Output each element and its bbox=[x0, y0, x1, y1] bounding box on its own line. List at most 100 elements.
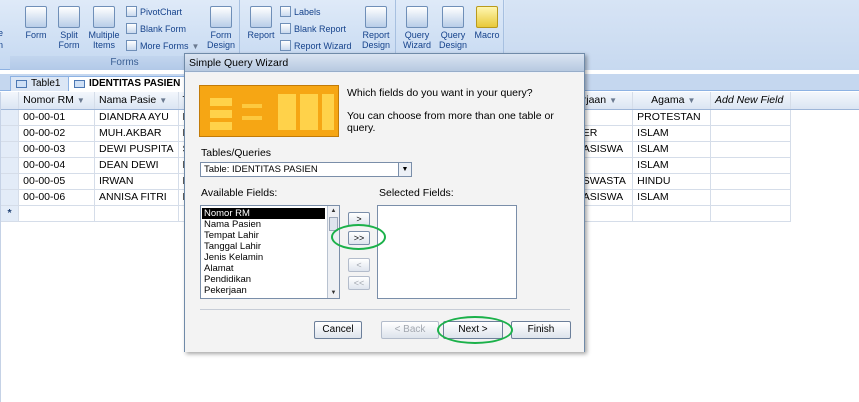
available-fields-list[interactable]: Nomor RM Nama Pasien Tempat Lahir Tangga… bbox=[200, 205, 340, 299]
cell-agama[interactable]: PROTESTAN bbox=[632, 109, 712, 126]
report-design-button[interactable]: Report Design bbox=[358, 6, 394, 50]
available-fields-label: Available Fields: bbox=[201, 187, 278, 199]
cell-nomor-rm[interactable]: 00-00-04 bbox=[18, 157, 96, 174]
new-cell[interactable] bbox=[578, 205, 634, 222]
next-button[interactable]: Next > bbox=[443, 321, 503, 339]
cell-nomor-rm[interactable]: 00-00-02 bbox=[18, 125, 96, 142]
cell-pekerjaan[interactable]: ER bbox=[578, 125, 634, 142]
chevron-down-icon[interactable]: ▼ bbox=[398, 163, 411, 176]
col-header-nama-pasien[interactable]: Nama Pasie ▼ bbox=[94, 92, 179, 110]
finish-button[interactable]: Finish bbox=[511, 321, 571, 339]
report-design-icon bbox=[365, 6, 387, 28]
blank-form-button[interactable]: Blank Form bbox=[126, 22, 186, 36]
pivotchart-button[interactable]: PivotChart bbox=[126, 5, 182, 19]
tables-queries-combo[interactable]: Table: IDENTITAS PASIEN ▼ bbox=[200, 162, 412, 177]
cell-add-new[interactable] bbox=[710, 125, 791, 142]
cell-agama[interactable]: ISLAM bbox=[632, 141, 712, 158]
col-header-nomor-rm[interactable]: Nomor RM ▼ bbox=[18, 92, 96, 110]
more-forms-button[interactable]: More Forms ▼ bbox=[126, 39, 199, 53]
multiple-items-button[interactable]: Multiple Items bbox=[86, 6, 122, 50]
list-item[interactable]: Nomor RM bbox=[202, 208, 325, 219]
row-selector[interactable] bbox=[1, 125, 20, 142]
cell-nomor-rm[interactable]: 00-00-06 bbox=[18, 189, 96, 206]
new-cell[interactable] bbox=[94, 205, 179, 222]
col-header-pekerjaan[interactable]: rjaan ▼ bbox=[578, 92, 634, 110]
add-all-fields-button[interactable]: >> bbox=[348, 231, 370, 245]
list-item[interactable]: Pendidikan bbox=[202, 274, 251, 285]
cell-nomor-rm[interactable]: 00-00-03 bbox=[18, 141, 96, 158]
cell-nama[interactable]: DIANDRA AYU bbox=[94, 109, 179, 126]
available-fields-scrollbar[interactable]: ▲ ▼ bbox=[327, 206, 339, 298]
scroll-thumb[interactable] bbox=[329, 217, 338, 231]
cell-nama[interactable]: ANNISA FITRI bbox=[94, 189, 179, 206]
labels-button[interactable]: Labels bbox=[280, 5, 321, 19]
table-icon bbox=[74, 80, 85, 88]
cell-add-new[interactable] bbox=[710, 141, 791, 158]
scroll-down-icon[interactable]: ▼ bbox=[328, 288, 339, 298]
split-form-label: Split Form bbox=[58, 30, 80, 50]
remove-all-fields-button[interactable]: << bbox=[348, 276, 370, 290]
new-cell[interactable] bbox=[18, 205, 96, 222]
report-button[interactable]: Report bbox=[244, 6, 278, 40]
list-item[interactable]: Pekerjaan bbox=[202, 285, 247, 296]
list-item[interactable]: Alamat bbox=[202, 263, 234, 274]
cell-add-new[interactable] bbox=[710, 189, 791, 206]
remove-field-button[interactable]: < bbox=[348, 258, 370, 272]
cell-add-new[interactable] bbox=[710, 173, 791, 190]
select-all-cell[interactable] bbox=[1, 92, 20, 110]
macro-label: Macro bbox=[474, 30, 500, 40]
dialog-separator bbox=[200, 309, 570, 310]
cell-nama[interactable]: IRWAN bbox=[94, 173, 179, 190]
back-button[interactable]: < Back bbox=[381, 321, 439, 339]
form-button[interactable]: Form bbox=[18, 6, 54, 40]
form-button-label: Form bbox=[25, 30, 47, 40]
query-wizard-button[interactable]: Query Wizard bbox=[400, 6, 434, 50]
cell-nomor-rm[interactable]: 00-00-01 bbox=[18, 109, 96, 126]
cell-agama[interactable]: ISLAM bbox=[632, 125, 712, 142]
scroll-up-icon[interactable]: ▲ bbox=[328, 206, 339, 216]
list-item[interactable]: Tanggal Lahir bbox=[202, 241, 261, 252]
cell-agama[interactable]: ISLAM bbox=[632, 189, 712, 206]
row-selector[interactable] bbox=[1, 189, 20, 206]
macro-button[interactable]: Macro bbox=[472, 6, 502, 40]
report-wizard-button[interactable]: Report Wizard bbox=[280, 39, 352, 53]
report-label: Report bbox=[247, 30, 275, 40]
cell-agama[interactable]: HINDU bbox=[632, 173, 712, 190]
blank-report-icon bbox=[280, 23, 291, 34]
dialog-title[interactable]: Simple Query Wizard bbox=[185, 54, 584, 72]
tab-table1[interactable]: Table1 bbox=[10, 76, 70, 91]
cell-add-new[interactable] bbox=[710, 109, 791, 126]
cell-pekerjaan[interactable] bbox=[578, 109, 634, 126]
row-selector[interactable] bbox=[1, 141, 20, 158]
query-design-button[interactable]: Query Design bbox=[436, 6, 470, 50]
cell-add-new[interactable] bbox=[710, 157, 791, 174]
cell-nama[interactable]: MUH.AKBAR bbox=[94, 125, 179, 142]
cell-nomor-rm[interactable]: 00-00-05 bbox=[18, 173, 96, 190]
selected-fields-list[interactable] bbox=[377, 205, 517, 299]
add-field-button[interactable]: > bbox=[348, 212, 370, 226]
labels-label: Labels bbox=[294, 7, 321, 17]
tab-identitas-pasien[interactable]: IDENTITAS PASIEN bbox=[68, 76, 190, 91]
cell-pekerjaan[interactable]: ASISWA bbox=[578, 189, 634, 206]
list-item[interactable]: Tempat Lahir bbox=[202, 230, 259, 241]
row-selector[interactable] bbox=[1, 109, 20, 126]
row-selector[interactable] bbox=[1, 173, 20, 190]
cell-nama[interactable]: DEWI PUSPITA bbox=[94, 141, 179, 158]
cell-agama[interactable]: ISLAM bbox=[632, 157, 712, 174]
cell-pekerjaan[interactable]: ASISWA bbox=[578, 141, 634, 158]
cell-nama[interactable]: DEAN DEWI bbox=[94, 157, 179, 174]
col-header-agama[interactable]: Agama ▼ bbox=[632, 92, 712, 110]
cell-pekerjaan[interactable] bbox=[578, 157, 634, 174]
blank-report-button[interactable]: Blank Report bbox=[280, 22, 346, 36]
cancel-button[interactable]: Cancel bbox=[314, 321, 362, 339]
list-item[interactable]: Nama Pasien bbox=[202, 219, 261, 230]
row-selector[interactable] bbox=[1, 157, 20, 174]
add-new-field-header[interactable]: Add New Field bbox=[710, 92, 791, 110]
cell-pekerjaan[interactable]: SWASTA bbox=[578, 173, 634, 190]
form-design-label: Form Design bbox=[206, 30, 235, 50]
split-form-button[interactable]: Split Form bbox=[54, 6, 84, 50]
list-item[interactable]: Jenis Kelamin bbox=[202, 252, 263, 263]
new-cell[interactable] bbox=[710, 205, 791, 222]
form-design-button[interactable]: Form Design bbox=[204, 6, 238, 50]
new-cell[interactable] bbox=[632, 205, 712, 222]
